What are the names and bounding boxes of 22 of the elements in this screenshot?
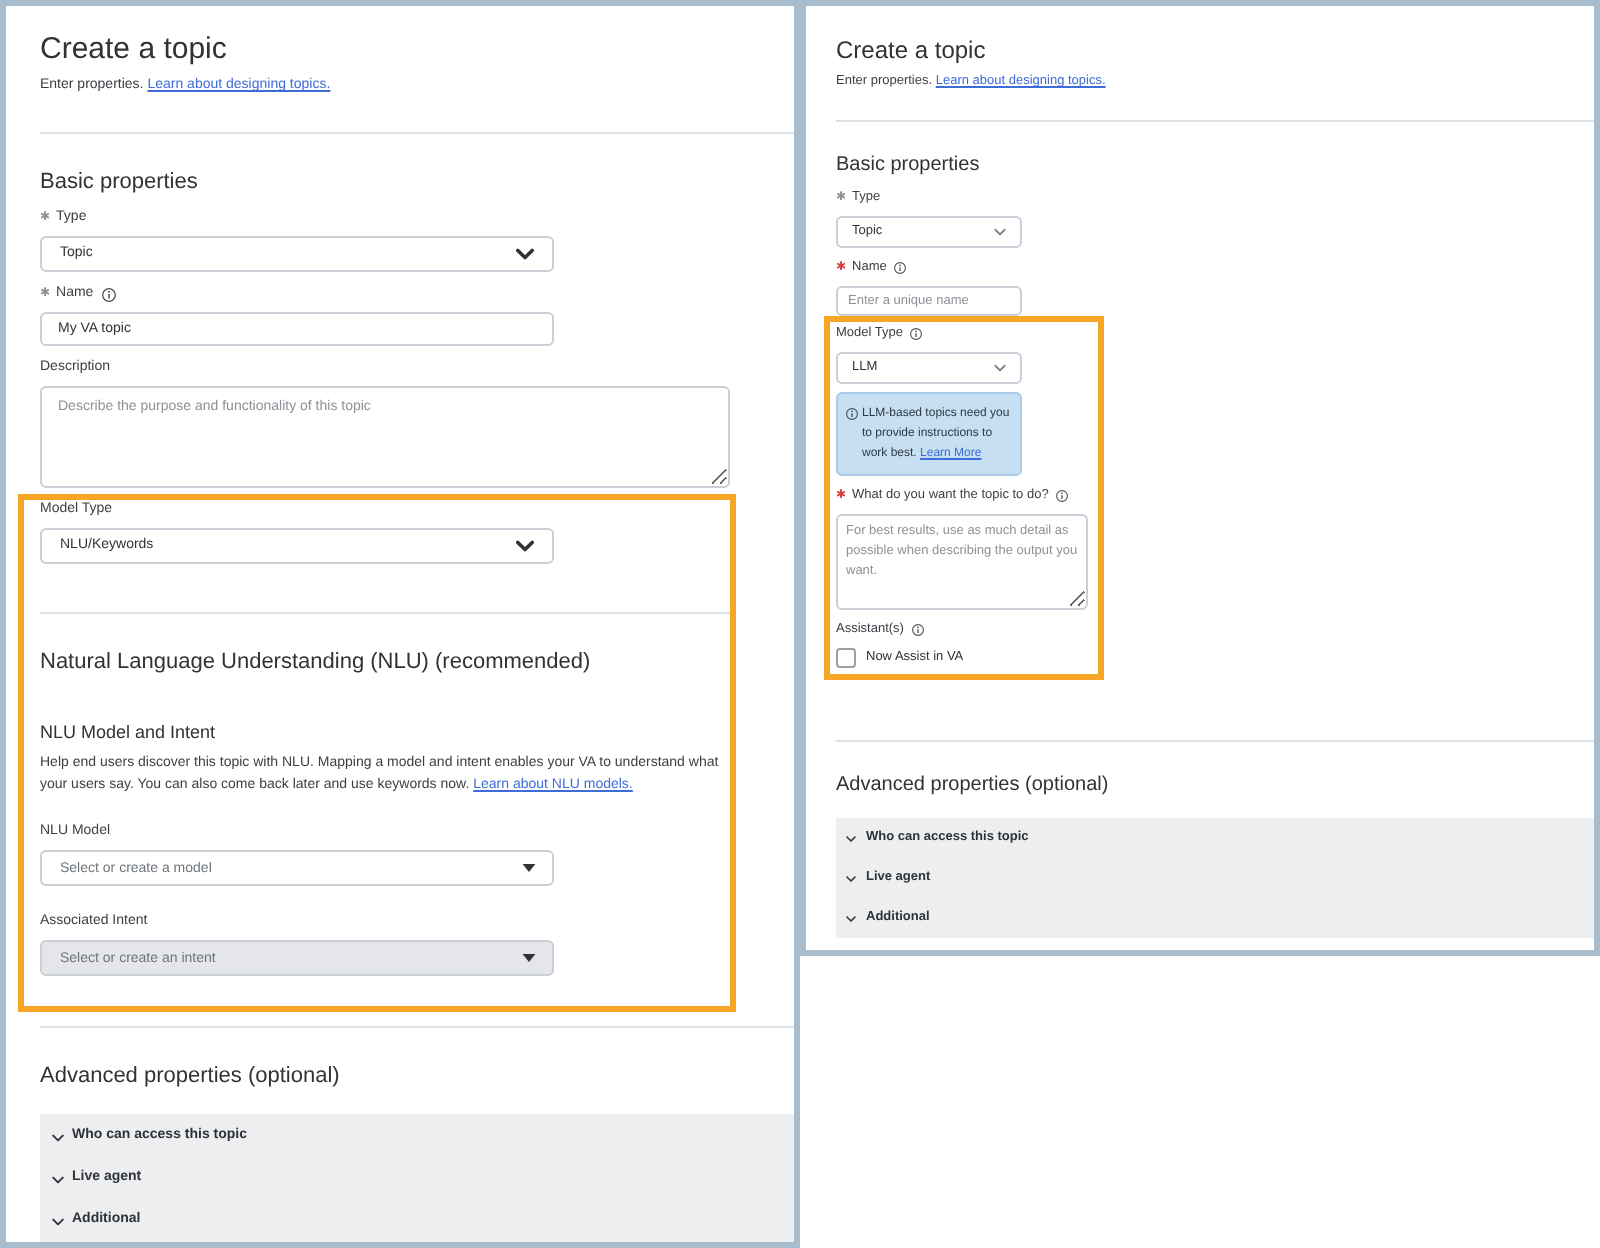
caret-down-icon — [522, 864, 536, 872]
page-title: Create a topic — [40, 30, 229, 70]
info-icon — [846, 408, 858, 420]
page-title: Create a topic — [836, 34, 988, 66]
section-heading: Basic properties — [40, 168, 200, 196]
subsection-heading: NLU Model and Intent — [40, 720, 218, 744]
section-heading: Advanced properties (optional) — [40, 1062, 342, 1090]
section-heading: Advanced properties (optional) — [836, 772, 1111, 798]
section-heading: Natural Language Understanding (NLU) (recommended) — [40, 648, 593, 676]
checkbox[interactable] — [836, 648, 856, 668]
chevron-down-icon — [994, 228, 1006, 236]
caret-down-icon — [522, 954, 536, 962]
chevron-down-icon — [516, 540, 534, 552]
chevron-down-icon — [846, 915, 856, 921]
chevron-down-icon — [994, 364, 1006, 372]
chevron-down-icon — [52, 1133, 64, 1141]
section-heading: Basic properties — [836, 152, 982, 178]
chevron-down-icon — [52, 1175, 64, 1183]
chevron-down-icon — [846, 875, 856, 881]
chevron-down-icon — [846, 835, 856, 841]
chevron-down-icon — [516, 248, 534, 260]
chevron-down-icon — [52, 1217, 64, 1225]
